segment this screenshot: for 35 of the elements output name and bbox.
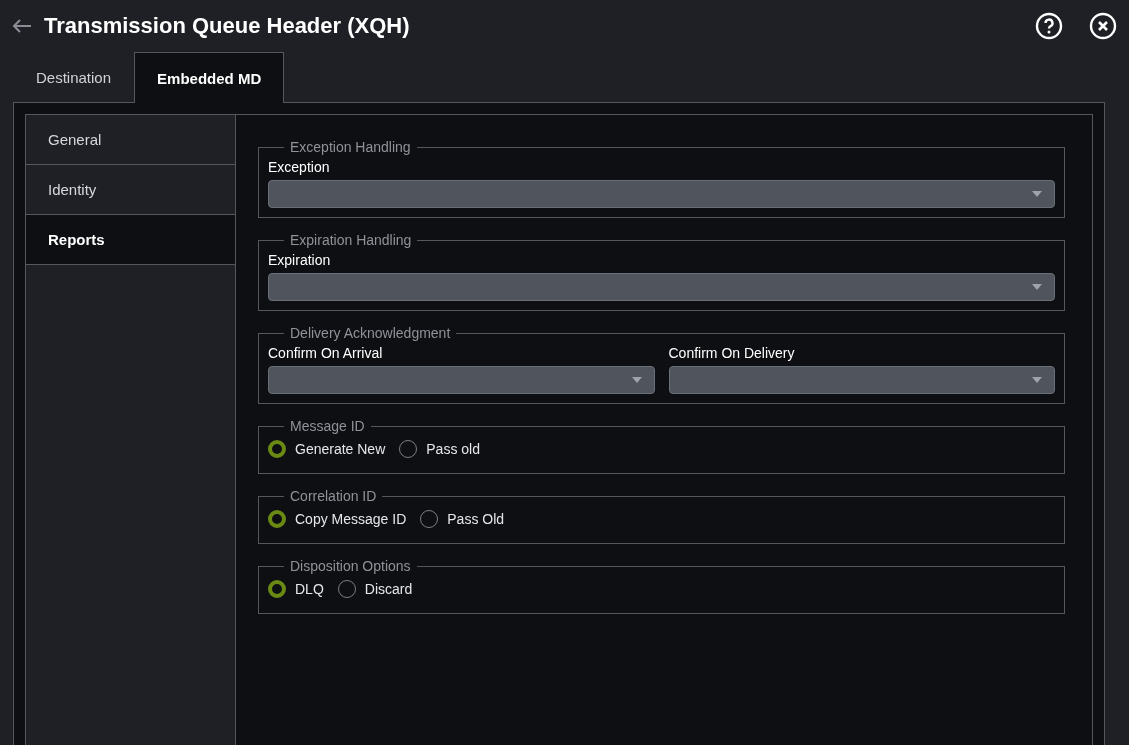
page-title: Transmission Queue Header (XQH) [44,13,410,39]
field-label: Exception [268,159,331,175]
radio-button[interactable] [268,510,286,528]
help-icon[interactable] [1035,12,1063,40]
tab[interactable]: Embedded MD [134,52,285,103]
radio-label[interactable]: Copy Message ID [295,511,407,527]
group-title: Message ID [289,418,366,434]
radio-button[interactable] [268,580,286,598]
group-title: Expiration Handling [289,232,413,248]
dropdown-field[interactable] [268,366,655,394]
field-label: Confirm On Delivery [668,345,796,361]
radio-label[interactable]: Pass Old [447,511,505,527]
radio-label[interactable]: Generate New [295,441,386,457]
sidebar-item[interactable]: Reports [26,215,235,265]
caret-icon [1032,377,1042,383]
group-title: Exception Handling [289,139,412,155]
dropdown-field[interactable] [268,273,1055,301]
field-label: Expiration [268,252,332,268]
close-icon[interactable] [1089,12,1117,40]
group-title: Disposition Options [289,558,412,574]
tab[interactable]: Destination [13,52,135,102]
radio-label[interactable]: Discard [364,581,413,597]
radio-label[interactable]: DLQ [295,581,324,597]
radio-button[interactable] [268,440,286,458]
radio-label[interactable]: Pass old [426,441,480,457]
sidebar-item[interactable]: General [26,115,235,165]
back-arrow-icon[interactable] [12,19,32,33]
dropdown-field[interactable] [268,180,1055,208]
caret-icon [1032,284,1042,290]
dropdown-field[interactable] [668,366,1055,394]
caret-icon [1032,191,1042,197]
field-label: Confirm On Arrival [268,345,384,361]
caret-icon [631,377,642,383]
group-title: Delivery Acknowledgment [289,325,452,341]
group-title: Correlation ID [289,488,378,504]
